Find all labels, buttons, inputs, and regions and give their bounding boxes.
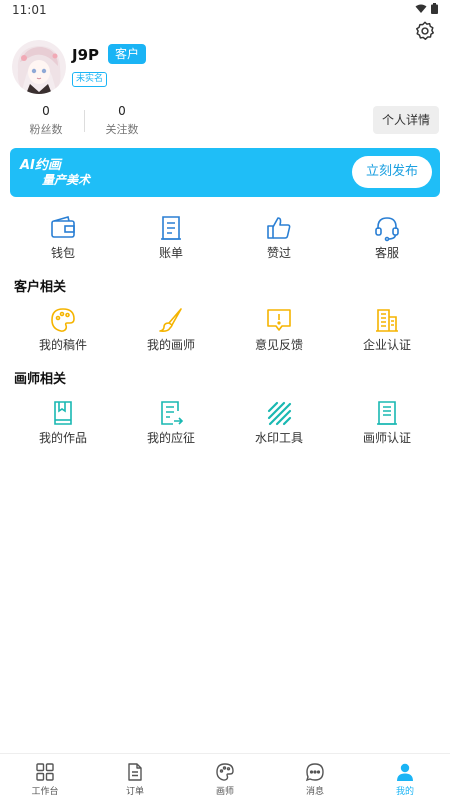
menu-label: 企业认证	[362, 338, 411, 352]
menu-item-my-applications[interactable]: 我的应征	[117, 399, 225, 446]
menu-item-wallet[interactable]: 钱包	[9, 214, 117, 261]
menu-label: 我的作品	[38, 431, 87, 445]
menu-label: 我的画师	[146, 338, 195, 352]
tab-label: 我的	[395, 787, 414, 797]
menu-label: 账单	[158, 246, 183, 260]
menu-item-my-drafts[interactable]: 我的稿件	[9, 306, 117, 353]
following-count: 0	[118, 104, 126, 118]
following-stat[interactable]: 0 关注数	[90, 104, 154, 137]
status-time: 11:01	[12, 3, 47, 17]
artist-menu: 我的作品 我的应征 水印工具 画师认证	[0, 399, 450, 449]
apply-icon	[161, 401, 184, 425]
menu-label: 我的应征	[146, 431, 195, 445]
avatar[interactable]	[12, 40, 66, 94]
tab-label: 工作台	[31, 787, 59, 797]
menu-item-bill[interactable]: 账单	[117, 214, 225, 261]
menu-item-support[interactable]: 客服	[333, 214, 441, 261]
watermark-icon	[267, 401, 292, 426]
banner-subtitle: 量产美术	[42, 173, 91, 187]
bottom-tab-bar: 工作台 订单 画师 消息 我的	[0, 753, 450, 800]
settings-button[interactable]	[414, 20, 436, 42]
wallet-icon	[51, 216, 75, 238]
bill-icon	[161, 216, 181, 240]
thumbs-up-icon	[267, 217, 291, 239]
client-section-title: 客户相关	[14, 280, 67, 295]
wifi-icon	[415, 4, 427, 13]
gear-icon	[416, 21, 434, 40]
tab-orders[interactable]: 订单	[90, 762, 180, 797]
battery-icon	[431, 3, 438, 14]
menu-item-watermark-tool[interactable]: 水印工具	[225, 399, 333, 446]
headset-icon	[375, 217, 399, 242]
client-menu: 我的稿件 我的画师 意见反馈 企业认证	[0, 306, 450, 356]
menu-label: 客服	[374, 246, 399, 260]
tab-label: 消息	[305, 787, 324, 797]
quick-menu: 钱包 账单 赞过 客服	[0, 214, 450, 264]
book-icon	[54, 401, 72, 425]
followers-stat[interactable]: 0 粉丝数	[14, 104, 78, 137]
tab-workbench[interactable]: 工作台	[0, 762, 90, 797]
menu-item-feedback[interactable]: 意见反馈	[225, 306, 333, 353]
menu-item-artist-auth[interactable]: 画师认证	[333, 399, 441, 446]
profile-header: J9P 客户 未实名	[12, 40, 432, 100]
menu-label: 意见反馈	[254, 338, 303, 352]
menu-label: 钱包	[50, 246, 75, 260]
menu-item-my-works[interactable]: 我的作品	[9, 399, 117, 446]
menu-label: 赞过	[266, 246, 291, 260]
followers-label: 粉丝数	[29, 123, 63, 136]
tab-artists[interactable]: 画师	[180, 762, 270, 797]
building-icon	[376, 309, 398, 332]
stat-divider	[84, 110, 85, 132]
chat-icon	[305, 763, 324, 782]
palette-icon	[216, 763, 234, 781]
verification-badge[interactable]: 未实名	[72, 72, 108, 87]
feedback-icon	[267, 309, 291, 331]
role-badge: 客户	[108, 44, 147, 64]
publish-now-button[interactable]: 立刻发布	[352, 156, 432, 188]
tab-label: 画师	[215, 787, 234, 797]
tab-messages[interactable]: 消息	[270, 762, 360, 797]
certificate-icon	[377, 401, 397, 425]
menu-label: 画师认证	[362, 431, 411, 445]
status-icons	[415, 3, 438, 14]
tab-mine[interactable]: 我的	[360, 762, 450, 797]
stats-row: 0 粉丝数 0 关注数	[14, 104, 214, 138]
tab-label: 订单	[125, 787, 144, 797]
grid-icon	[36, 763, 54, 781]
username: J9P	[72, 46, 100, 64]
profile-detail-button[interactable]: 个人详情	[373, 106, 439, 134]
artist-section-title: 画师相关	[14, 372, 67, 387]
document-icon	[128, 763, 142, 781]
menu-label: 我的稿件	[38, 338, 87, 352]
menu-item-liked[interactable]: 赞过	[225, 214, 333, 261]
followers-count: 0	[42, 104, 50, 118]
status-bar: 11:01	[0, 0, 450, 22]
user-icon	[397, 763, 413, 781]
palette-icon	[51, 308, 75, 332]
brush-icon	[159, 308, 182, 332]
following-label: 关注数	[105, 123, 139, 136]
ai-banner[interactable]: AI约画 量产美术 立刻发布	[10, 148, 440, 197]
menu-item-my-artists[interactable]: 我的画师	[117, 306, 225, 353]
menu-label: 水印工具	[254, 431, 303, 445]
menu-item-enterprise-auth[interactable]: 企业认证	[333, 306, 441, 353]
